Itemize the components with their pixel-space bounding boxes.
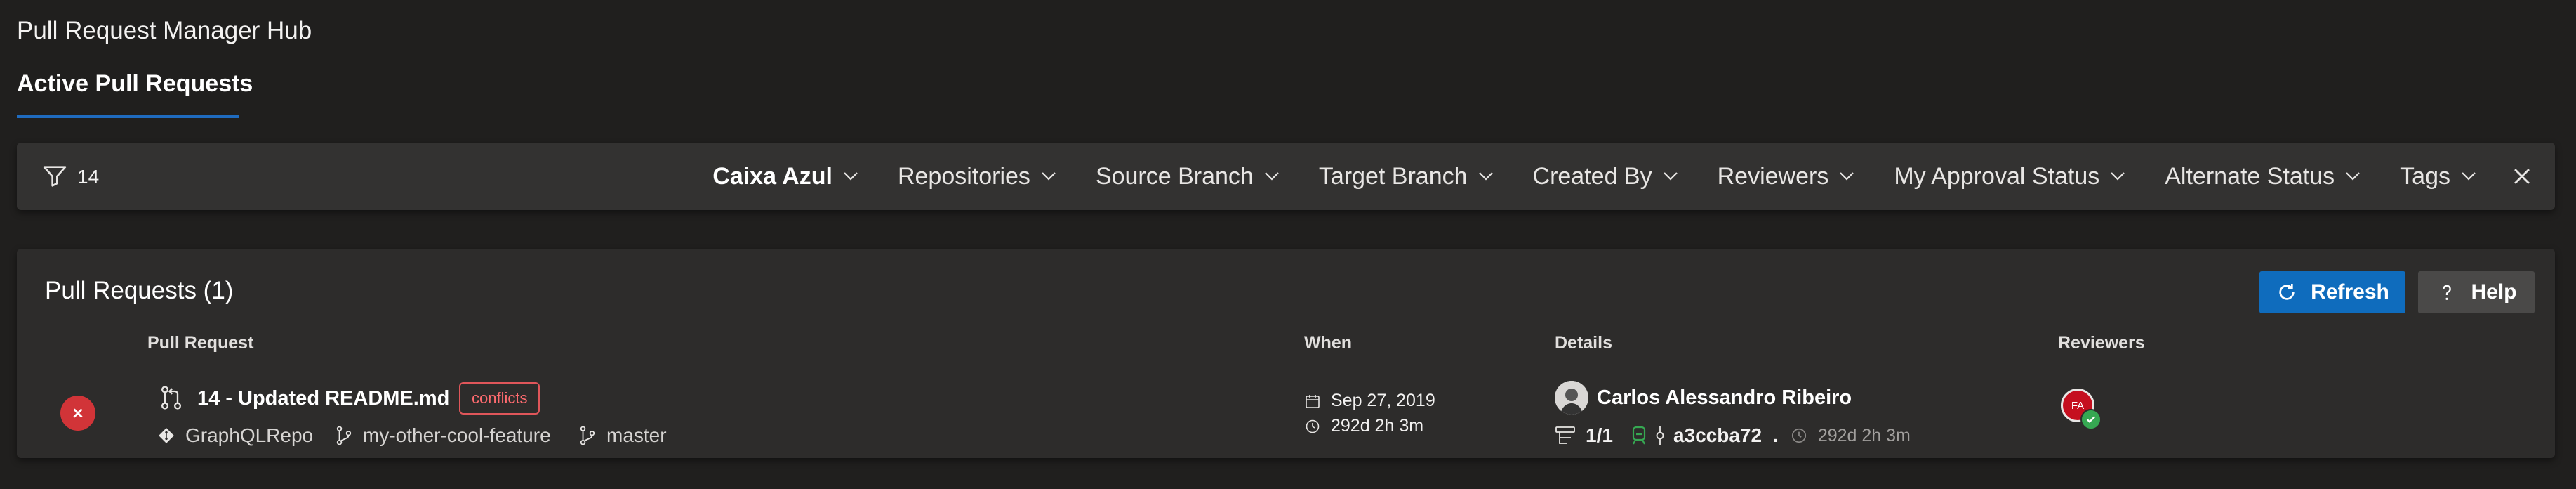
- iterations-text: 1/1: [1586, 424, 1613, 446]
- commit-age: 292d 2h 3m: [1817, 425, 1911, 445]
- panel-title: Pull Requests (1): [45, 277, 234, 304]
- pr-age: 292d 2h 3m: [1304, 416, 1423, 436]
- help-button[interactable]: Help: [2418, 271, 2535, 313]
- commit-icon: [1656, 426, 1664, 445]
- refresh-button[interactable]: Refresh: [2259, 271, 2405, 313]
- clock-icon: [1306, 419, 1320, 433]
- source-branch-link[interactable]: my-other-cool-feature: [335, 424, 551, 447]
- chevron-down-icon: [1478, 172, 1493, 181]
- status-failed-icon: [60, 396, 95, 431]
- filter-created-by[interactable]: Created By: [1533, 163, 1679, 190]
- person-avatar-icon: [1555, 381, 1588, 415]
- pull-request-icon: [161, 386, 182, 410]
- avatar: [1555, 381, 1588, 415]
- filter-dropdowns: Caixa Azul Repositories Source Branch Ta…: [712, 143, 2555, 210]
- commit-suffix: .: [1773, 424, 1779, 446]
- repo-link[interactable]: GraphQLRepo: [157, 424, 313, 447]
- repo-icon: [159, 428, 174, 443]
- chevron-down-icon: [2111, 172, 2125, 181]
- target-branch-link[interactable]: master: [578, 424, 667, 447]
- build-icon: [1632, 426, 1646, 445]
- filter-source-branch[interactable]: Source Branch: [1096, 163, 1280, 190]
- created-date: Sep 27, 2019: [1304, 391, 1435, 411]
- chevron-down-icon: [844, 172, 858, 181]
- conflicts-badge: conflicts: [459, 382, 540, 415]
- filter-created-by-label: Created By: [1532, 162, 1652, 190]
- column-header-reviewers: Reviewers: [2058, 333, 2145, 353]
- target-branch-name: master: [606, 424, 667, 446]
- help-button-label: Help: [2471, 280, 2517, 304]
- source-branch-name: my-other-cool-feature: [363, 424, 551, 446]
- tab-active-pull-requests[interactable]: Active Pull Requests: [17, 70, 253, 98]
- iterations-icon: [1555, 426, 1575, 444]
- filter-project[interactable]: Caixa Azul: [712, 163, 859, 190]
- author-name[interactable]: Carlos Alessandro Ribeiro: [1597, 386, 1852, 410]
- filter-icon[interactable]: [41, 162, 69, 190]
- column-header-details: Details: [1555, 333, 1612, 353]
- clock-icon: [1791, 428, 1806, 443]
- active-tab-indicator: [17, 115, 239, 118]
- chevron-down-icon: [1663, 172, 1678, 181]
- refresh-button-label: Refresh: [2311, 280, 2389, 304]
- branch-icon: [336, 426, 352, 445]
- filter-tags-label: Tags: [2400, 162, 2450, 190]
- details-line: 1/1 a3ccba72 . 292d 2h 3m: [1555, 424, 1911, 447]
- repo-name: GraphQLRepo: [185, 424, 314, 446]
- close-icon[interactable]: [2510, 164, 2534, 188]
- filter-alternate-status[interactable]: Alternate Status: [2165, 163, 2361, 190]
- refresh-icon: [2279, 284, 2295, 300]
- question-icon: [2443, 285, 2452, 300]
- filter-reviewers-label: Reviewers: [1717, 162, 1829, 190]
- filter-target-branch-label: Target Branch: [1318, 162, 1468, 190]
- filter-keyword-input[interactable]: 14: [77, 166, 99, 188]
- filter-repositories[interactable]: Repositories: [898, 163, 1057, 190]
- filter-repositories-label: Repositories: [897, 162, 1030, 190]
- commit-hash[interactable]: a3ccba72: [1673, 424, 1762, 447]
- app-title: Pull Request Manager Hub: [17, 17, 312, 44]
- column-header-pull-request: Pull Request: [147, 333, 254, 353]
- filter-my-approval-status-label: My Approval Status: [1894, 162, 2100, 190]
- pull-request-title[interactable]: 14 - Updated README.md: [197, 387, 449, 410]
- calendar-icon: [1306, 394, 1320, 408]
- column-header-when: When: [1304, 333, 1353, 353]
- filter-source-branch-label: Source Branch: [1095, 162, 1254, 190]
- filter-my-approval-status[interactable]: My Approval Status: [1894, 163, 2126, 190]
- approved-check-icon: [2080, 409, 2102, 430]
- branch-icon: [580, 426, 595, 445]
- chevron-down-icon: [1840, 172, 1854, 181]
- filter-project-label: Caixa Azul: [712, 162, 832, 190]
- pull-requests-panel: Pull Requests (1) Refresh Help Pull Requ…: [17, 249, 2555, 458]
- filter-tags[interactable]: Tags: [2400, 163, 2477, 190]
- created-date-text: Sep 27, 2019: [1331, 391, 1435, 410]
- filter-reviewers[interactable]: Reviewers: [1718, 163, 1856, 190]
- chevron-down-icon: [2462, 172, 2476, 181]
- filter-alternate-status-label: Alternate Status: [2165, 162, 2335, 190]
- filter-bar: 14 Caixa Azul Repositories Source Branch…: [17, 143, 2555, 210]
- filter-target-branch[interactable]: Target Branch: [1319, 163, 1494, 190]
- chevron-down-icon: [1265, 172, 1279, 181]
- chevron-down-icon: [2346, 172, 2360, 181]
- chevron-down-icon: [1042, 172, 1056, 181]
- pr-age-text: 292d 2h 3m: [1331, 416, 1424, 436]
